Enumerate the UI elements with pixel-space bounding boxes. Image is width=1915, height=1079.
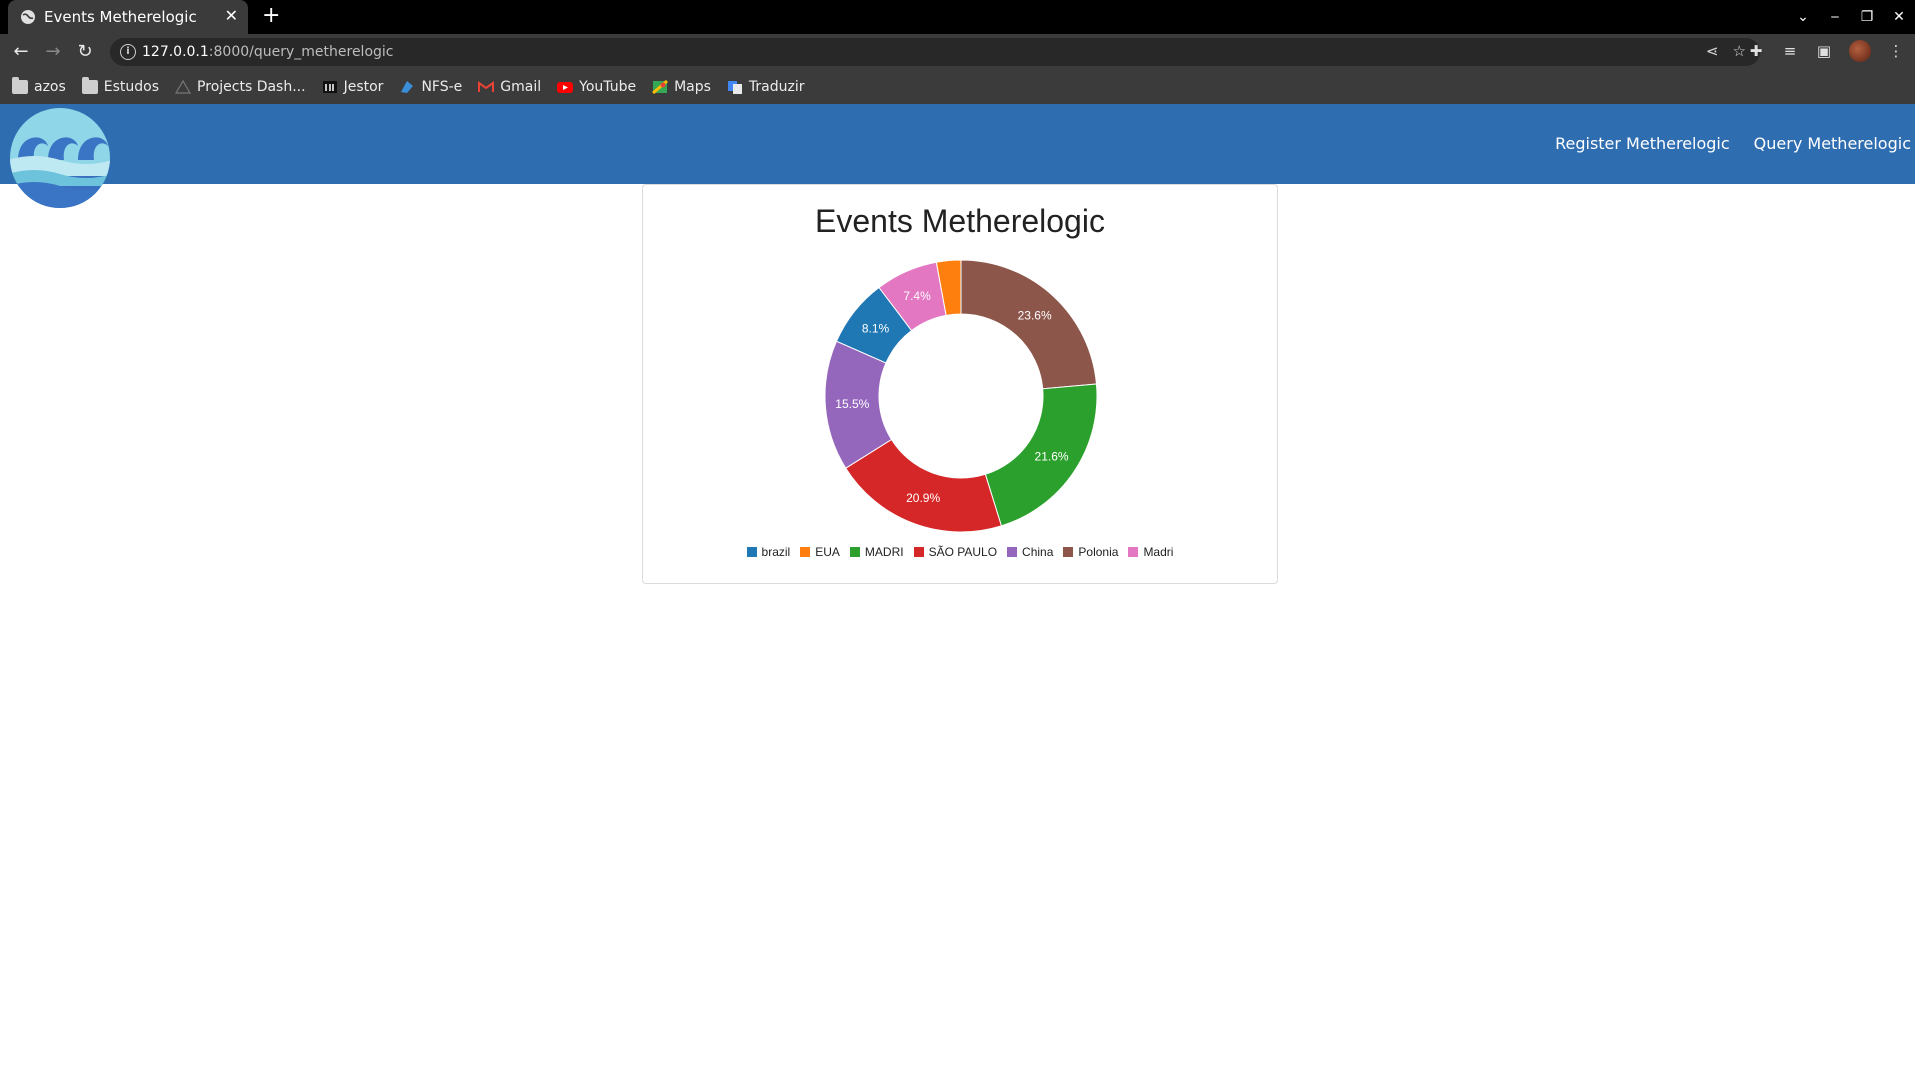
triangle-icon [175, 80, 192, 94]
back-icon[interactable]: ← [10, 41, 32, 63]
chart-legend: brazil EUA MADRI SÃO PAULO China Polonia Madri [643, 545, 1277, 559]
address-bar[interactable]: i 127.0.0.1:8000/query_metherelogic ⋖ ☆ [110, 38, 1760, 66]
legend-item-madri[interactable]: MADRI [849, 545, 904, 559]
tab-search-icon[interactable]: ⌄ [1787, 9, 1819, 25]
legend-swatch [1128, 547, 1139, 557]
legend-label: Madri [1143, 545, 1174, 559]
nfse-icon [401, 81, 414, 93]
site-info-icon[interactable]: i [120, 44, 136, 60]
legend-swatch [913, 547, 924, 557]
chart-card: Events Metherelogic 23.6% 21.6% 20.9% 15.5%… [642, 184, 1278, 584]
tab-close-icon[interactable]: ✕ [225, 6, 238, 25]
restore-icon[interactable]: ❐ [1851, 9, 1883, 25]
gmail-icon [478, 81, 495, 92]
legend-label: SÃO PAULO [928, 545, 998, 559]
legend-label: MADRI [864, 545, 904, 559]
close-window-icon[interactable]: ✕ [1883, 9, 1915, 25]
browser-tab[interactable]: Events Metherelogic ✕ [8, 0, 248, 34]
slice-label-madri: 21.6% [1035, 450, 1069, 464]
maps-icon [652, 80, 669, 94]
browser-toolbar: ← → ↻ i 127.0.0.1:8000/query_metherelogi… [0, 34, 1915, 70]
globe-icon [21, 10, 35, 24]
legend-label: China [1022, 545, 1054, 559]
legend-swatch [746, 547, 757, 557]
bookmark-jestor[interactable]: Jestor [322, 79, 383, 95]
legend-item-eua[interactable]: EUA [800, 545, 840, 559]
browser-tab-strip: Events Metherelogic ✕ + ⌄ ‒ ❐ ✕ [0, 0, 1915, 34]
kebab-menu-icon[interactable]: ⋮ [1887, 42, 1905, 60]
slice-label-brazil: 8.1% [862, 321, 890, 335]
donut-slice-polonia[interactable] [960, 259, 1098, 390]
youtube-icon [557, 82, 574, 93]
forward-icon[interactable]: → [42, 41, 64, 63]
bookmarks-bar: azos Estudos Projects Dash... Jestor NFS… [0, 70, 1915, 104]
profile-avatar[interactable] [1849, 40, 1871, 62]
bookmark-traduzir[interactable]: Traduzir [727, 79, 805, 95]
folder-icon [12, 77, 28, 94]
url-text[interactable]: 127.0.0.1:8000/query_metherelogic [142, 44, 394, 60]
legend-item-sao-paulo[interactable]: SÃO PAULO [913, 545, 998, 559]
share-icon[interactable]: ⋖ [1706, 42, 1719, 60]
bookmark-azos[interactable]: azos [12, 77, 66, 95]
bookmark-nfse[interactable]: NFS-e [399, 79, 462, 95]
app-navbar: Register Metherelogic Query Metherelogic [0, 104, 1915, 208]
legend-item-madri[interactable]: Madri [1128, 545, 1173, 559]
bookmark-maps[interactable]: Maps [652, 79, 711, 95]
window-controls: ⌄ ‒ ❐ ✕ [1787, 0, 1915, 34]
slice-label-madri: 7.4% [903, 289, 931, 303]
legend-swatch [1063, 547, 1074, 557]
bookmark-youtube[interactable]: YouTube [557, 79, 636, 95]
legend-label: Polonia [1078, 545, 1119, 559]
slice-label-polonia: 23.6% [1018, 309, 1052, 323]
slice-label-sao-paulo: 20.9% [906, 491, 940, 505]
query-metherelogic-link[interactable]: Query Metherelogic [1754, 134, 1911, 153]
legend-swatch [849, 547, 860, 557]
legend-label: EUA [815, 545, 840, 559]
register-metherelogic-link[interactable]: Register Metherelogic [1555, 134, 1730, 153]
chart-title: Events Metherelogic [815, 203, 1105, 239]
bookmark-projects-dash[interactable]: Projects Dash... [175, 79, 306, 95]
tab-title: Events Metherelogic [44, 8, 197, 26]
wave-logo-icon[interactable] [8, 106, 112, 210]
new-tab-button[interactable]: + [262, 4, 280, 28]
bookmark-star-icon[interactable]: ☆ [1733, 42, 1746, 60]
extensions-icon[interactable]: ✚ [1747, 42, 1765, 60]
donut-chart: 23.6% 21.6% 20.9% 15.5% 8.1% 7.4% [824, 259, 1098, 533]
side-panel-icon[interactable]: ▣ [1815, 42, 1833, 60]
bookmark-gmail[interactable]: Gmail [478, 79, 541, 95]
folder-icon [81, 77, 98, 94]
legend-item-brazil[interactable]: brazil [746, 545, 791, 559]
translate-icon [727, 81, 742, 94]
legend-label: brazil [761, 545, 791, 559]
legend-item-china[interactable]: China [1007, 545, 1053, 559]
slice-label-china: 15.5% [835, 397, 869, 411]
bookmark-estudos[interactable]: Estudos [81, 77, 159, 95]
reload-icon[interactable]: ↻ [74, 41, 96, 63]
legend-item-polonia[interactable]: Polonia [1063, 545, 1118, 559]
minimize-icon[interactable]: ‒ [1819, 9, 1851, 25]
media-queue-icon[interactable]: ≡ [1781, 42, 1799, 60]
legend-swatch [1007, 547, 1018, 557]
legend-swatch [800, 547, 811, 557]
jestor-icon [322, 81, 337, 93]
